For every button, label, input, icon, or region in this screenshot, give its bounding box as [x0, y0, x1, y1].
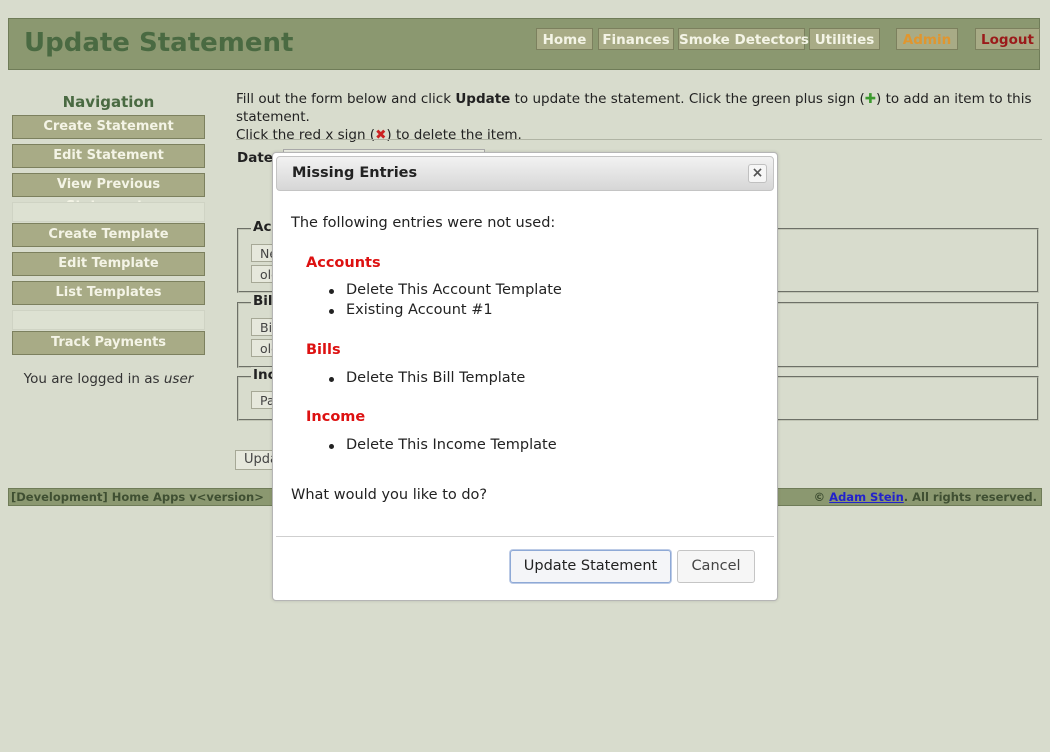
nav-admin-button[interactable]: Admin — [896, 28, 958, 50]
instructions-text: ) to delete the item. — [386, 127, 522, 143]
dialog-intro: The following entries were not used: — [291, 215, 556, 231]
login-status: You are logged in as user — [12, 371, 205, 387]
list-item: Existing Account #1 — [329, 302, 493, 318]
dialog-button-divider — [276, 536, 774, 537]
divider — [236, 139, 1042, 140]
list-item: Delete This Bill Template — [328, 370, 526, 386]
page-title: Update Statement — [24, 28, 294, 58]
cancel-button[interactable]: Cancel — [677, 550, 755, 583]
sidebar-divider — [12, 310, 205, 330]
instructions-text: to update the statement. Click the green… — [510, 91, 865, 107]
dialog-question: What would you like to do? — [291, 487, 488, 503]
nav-utilities-button[interactable]: Utilities — [809, 28, 880, 50]
sidebar-item-create-statement[interactable]: Create Statement — [12, 115, 205, 139]
instructions: Fill out the form below and click Update… — [236, 90, 1046, 144]
instructions-update-word: Update — [455, 91, 511, 107]
page-header: Update Statement Home Finances Smoke Det… — [8, 18, 1040, 70]
delete-x-icon: ✖ — [375, 127, 387, 143]
sidebar-item-edit-statement[interactable]: Edit Statement — [12, 144, 205, 168]
bills-heading: Bills — [306, 342, 341, 358]
login-prefix: You are logged in as — [23, 371, 164, 387]
login-user: user — [163, 371, 194, 387]
copyright-text: © Adam Stein. All rights reserved. — [814, 489, 1037, 505]
list-item: Delete This Account Template — [329, 282, 562, 298]
dialog-titlebar[interactable]: Missing Entries × — [276, 156, 774, 191]
sidebar-item-track-payments[interactable]: Track Payments — [12, 331, 205, 355]
navigation-heading: Navigation — [62, 93, 155, 111]
missing-entries-dialog: Missing Entries × The following entries … — [272, 152, 778, 601]
sidebar-divider — [12, 202, 205, 222]
instructions-text: Fill out the form below and click — [236, 91, 456, 107]
close-icon[interactable]: × — [748, 164, 767, 183]
nav-smoke-detectors-button[interactable]: Smoke Detectors — [678, 28, 809, 50]
version-text: [Development] Home Apps v<version> — [11, 490, 264, 504]
sidebar-item-create-template[interactable]: Create Template — [12, 223, 205, 247]
dialog-title: Missing Entries — [292, 165, 418, 181]
list-item: Delete This Income Template — [329, 437, 557, 453]
sidebar-item-edit-template[interactable]: Edit Template — [12, 252, 205, 276]
copyright-symbol: © — [813, 490, 830, 504]
instructions-text: Click the red x sign ( — [236, 127, 376, 143]
income-heading: Income — [306, 409, 366, 425]
nav-home-button[interactable]: Home — [536, 28, 593, 50]
sidebar-item-list-templates[interactable]: List Templates — [12, 281, 205, 305]
accounts-heading: Accounts — [306, 255, 381, 271]
author-link[interactable]: Adam Stein — [829, 490, 904, 504]
update-statement-button[interactable]: Update Statement — [510, 550, 671, 583]
nav-logout-button[interactable]: Logout — [975, 28, 1040, 50]
nav-finances-button[interactable]: Finances — [598, 28, 674, 50]
rights-text: . All rights reserved. — [903, 490, 1037, 504]
plus-icon: ✚ — [864, 91, 877, 107]
sidebar-item-view-previous-statements[interactable]: View Previous Statements — [12, 173, 205, 214]
